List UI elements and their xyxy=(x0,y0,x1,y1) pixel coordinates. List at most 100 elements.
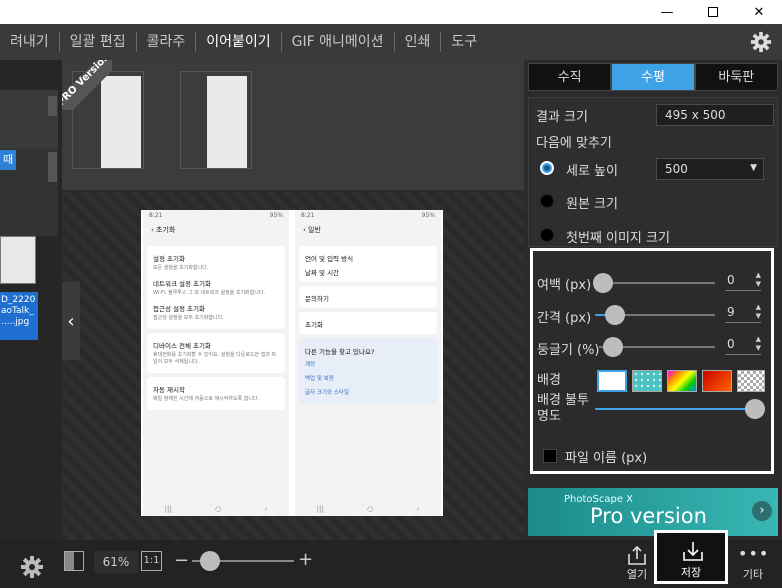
menu-item-batch[interactable]: 일괄 편집 xyxy=(60,32,137,52)
compare-toggle-icon[interactable] xyxy=(64,551,84,571)
more-label: 기타 xyxy=(742,568,764,581)
file-thumbnail[interactable] xyxy=(0,236,36,284)
menu-item-tools[interactable]: 도구 xyxy=(441,32,487,52)
status-time: 8:21 xyxy=(301,212,315,219)
selected-file-thumbnail[interactable]: D_2220 aoTalk_ .....jpg xyxy=(0,292,38,340)
result-size-value: 495 x 500 xyxy=(656,104,774,126)
radio-first-image-label: 첫번째 이미지 크기 xyxy=(566,231,670,246)
setting-title: 접근성 설정 초기화 xyxy=(153,305,205,313)
more-button[interactable]: ••• 기타 xyxy=(738,540,768,588)
bg-opacity-slider-knob[interactable] xyxy=(745,399,765,419)
screen-title-text: 초기화 xyxy=(156,226,176,234)
background-swatch-rainbow[interactable] xyxy=(667,370,697,392)
tab-grid[interactable]: 바둑판 xyxy=(694,63,778,91)
zoom-out-button[interactable]: − xyxy=(174,550,189,571)
margin-slider-knob[interactable] xyxy=(593,273,613,293)
spacing-value: 9 xyxy=(727,305,735,319)
image-list xyxy=(62,60,524,190)
app-window: — ✕ 려내기 일괄 편집 콜라주 이어붙이기 GIF 애니메이션 인쇄 도구 … xyxy=(0,0,782,588)
roundness-label: 둥글기 (%) xyxy=(537,343,600,358)
radio-original-label: 원본 크기 xyxy=(566,197,618,212)
thumbnail-page xyxy=(207,76,247,168)
folder-tag[interactable]: 때 xyxy=(0,150,16,170)
title-bar: — ✕ xyxy=(0,0,782,24)
menu-item-gif[interactable]: GIF 애니메이션 xyxy=(282,32,395,52)
bg-opacity-slider-fill xyxy=(595,408,755,410)
image-thumbnail[interactable] xyxy=(180,71,252,169)
settings-card: 자동 재시작 매일 정해진 시간에 자동으로 재시작하도록 합니다. xyxy=(147,377,285,410)
download-icon xyxy=(683,542,703,561)
radio-height[interactable] xyxy=(540,161,554,175)
pro-ribbon-label: PRO Version xyxy=(62,60,112,110)
status-battery: 95% xyxy=(269,212,283,219)
spacing-slider-knob[interactable] xyxy=(605,305,625,325)
menu-item-combine[interactable]: 이어붙이기 xyxy=(196,32,282,52)
zoom-slider-knob[interactable] xyxy=(200,551,220,571)
tab-horizontal[interactable]: 수평 xyxy=(611,63,695,91)
background-swatch-red[interactable] xyxy=(702,370,732,392)
scrollbar-thumb-lower[interactable] xyxy=(48,152,57,182)
settings-card: 디바이스 전체 초기화 휴대전화를 초기화할 수 있어요. 설정을 다운로드한 … xyxy=(147,333,285,373)
zoom-in-button[interactable]: + xyxy=(298,549,313,570)
actual-size-button[interactable]: 1:1 xyxy=(141,551,162,571)
chevron-right-icon[interactable]: › xyxy=(752,501,772,521)
radio-original[interactable] xyxy=(540,194,554,208)
setting-title: 네트워크 설정 초기화 xyxy=(153,280,211,288)
fit-to-label: 다음에 맞추기 xyxy=(536,136,612,151)
pro-version-banner[interactable]: PhotoScape X Pro version › xyxy=(528,488,778,536)
background-swatch-transparent[interactable] xyxy=(737,370,765,392)
settings-card: 문의하기 xyxy=(299,286,437,308)
screen-title-text: 일반 xyxy=(308,226,321,234)
spacing-stepper[interactable]: 9 ▲ ▼ xyxy=(725,303,761,323)
maximize-button[interactable] xyxy=(690,0,736,24)
banner-title: Pro version xyxy=(590,504,707,528)
menu-item-cut[interactable]: 려내기 xyxy=(0,32,60,52)
radio-first-image[interactable] xyxy=(540,228,554,242)
help-title: 다른 기능을 찾고 있나요? xyxy=(305,348,375,356)
layout-tabs: 수직 수평 바둑판 xyxy=(528,63,778,91)
minimize-button[interactable]: — xyxy=(644,0,690,24)
collapse-left-button[interactable]: ‹ xyxy=(62,282,80,360)
setting-desc: 매일 정해진 시간에 자동으로 재시작하도록 합니다. xyxy=(153,396,260,402)
preview-image-left: 8:21 95% ‹ 초기화 설정 초기화 모든 설정을 초기화합니다. 네트워크… xyxy=(143,210,289,516)
roundness-stepper[interactable]: 0 ▲ ▼ xyxy=(725,335,761,355)
bg-opacity-label: 배경 불투명도 xyxy=(537,393,589,424)
filename-checkbox[interactable] xyxy=(543,449,557,463)
settings-gear-icon[interactable] xyxy=(20,555,44,579)
height-select[interactable]: 500 ▼ xyxy=(656,158,764,180)
close-button[interactable]: ✕ xyxy=(736,0,782,24)
setting-desc: Wi-Fi, 블루투스 그 외 네트워크 설정을 초기화합니다. xyxy=(153,290,266,296)
roundness-slider-knob[interactable] xyxy=(603,337,623,357)
scrollbar-thumb[interactable] xyxy=(48,96,57,116)
margin-slider-track[interactable] xyxy=(595,282,715,284)
pro-version-ribbon: PRO Version xyxy=(62,60,112,110)
setting-title: 날짜 및 시간 xyxy=(305,269,340,277)
open-label: 열기 xyxy=(626,568,648,581)
background-swatch-dots[interactable] xyxy=(632,370,662,392)
background-swatch-white[interactable] xyxy=(597,370,627,392)
roundness-value: 0 xyxy=(727,337,735,351)
phone-nav-bar: ||| ○ ‹ xyxy=(143,502,289,516)
stepper-arrows-icon[interactable]: ▲ ▼ xyxy=(756,303,761,321)
settings-card: 설정 초기화 모든 설정을 초기화합니다. 네트워크 설정 초기화 Wi-Fi,… xyxy=(147,246,285,329)
margin-stepper[interactable]: 0 ▲ ▼ xyxy=(725,271,761,291)
open-button[interactable]: 열기 xyxy=(620,540,654,588)
filename-label: 파일 이름 (px) xyxy=(565,451,648,466)
menu-item-print[interactable]: 인쇄 xyxy=(395,32,442,52)
tab-vertical[interactable]: 수직 xyxy=(528,63,612,91)
save-button[interactable]: 저장 xyxy=(654,530,728,584)
margin-label: 여백 (px) xyxy=(537,278,592,293)
help-card: 다른 기능을 찾고 있나요? 계정 백업 및 복원 글자 크기와 스타일 xyxy=(299,338,437,404)
height-select-value: 500 xyxy=(665,162,688,176)
settings-card: 초기화 xyxy=(299,312,437,334)
setting-title: 초기화 xyxy=(305,321,323,329)
help-link: 백업 및 복원 xyxy=(305,376,334,382)
save-label: 저장 xyxy=(680,566,702,579)
spacing-label: 간격 (px) xyxy=(537,311,592,326)
stepper-arrows-icon[interactable]: ▲ ▼ xyxy=(756,335,761,353)
zoom-level[interactable]: 61% xyxy=(94,551,138,573)
setting-title: 문의하기 xyxy=(305,295,329,303)
gear-icon[interactable] xyxy=(750,31,772,53)
stepper-arrows-icon[interactable]: ▲ ▼ xyxy=(756,271,761,289)
menu-item-collage[interactable]: 콜라주 xyxy=(137,32,197,52)
